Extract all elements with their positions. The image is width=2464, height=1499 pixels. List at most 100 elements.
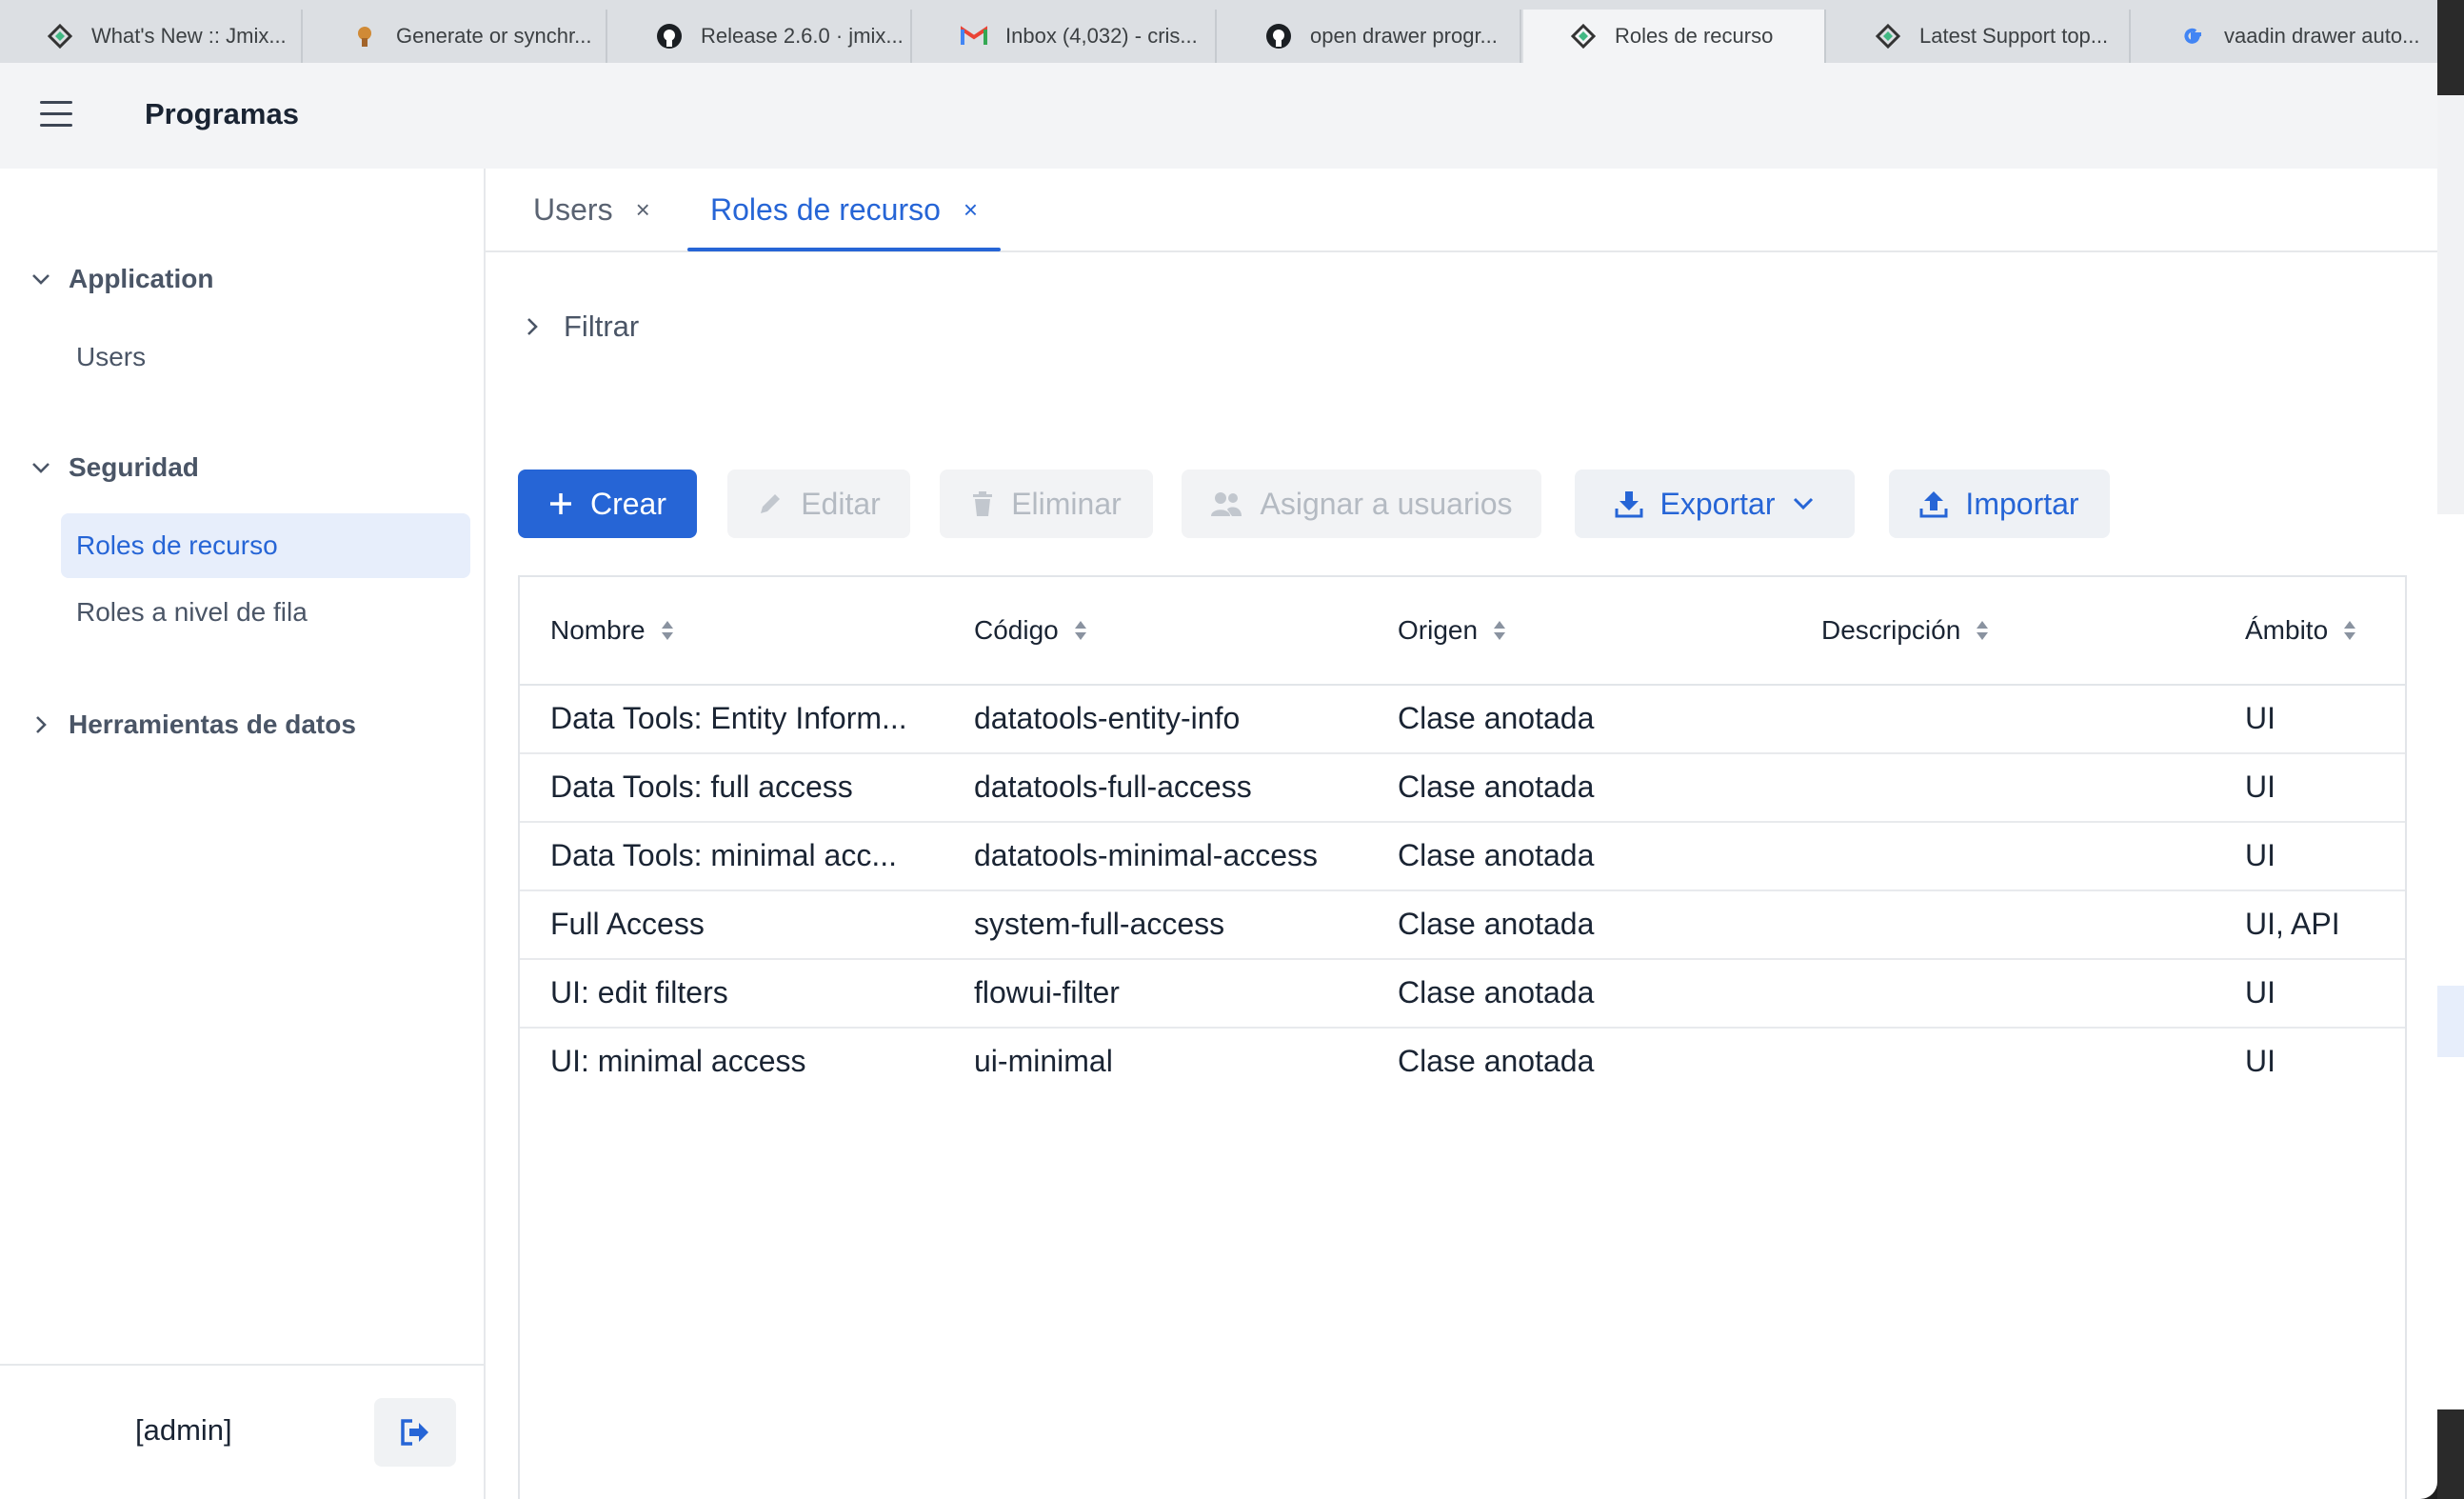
browser-tab[interactable]: Latest Support top... [1828,10,2131,63]
edit-button[interactable]: Editar [727,470,910,538]
cell-ambito: UI, API [2245,906,2340,941]
import-button[interactable]: Importar [1889,470,2110,538]
table-row[interactable]: Data Tools: minimal acc... datatools-min… [520,821,2405,891]
logout-button[interactable] [374,1398,456,1467]
user-indicator: [admin] [135,1413,232,1447]
browser-tab[interactable]: vaadin drawer auto... [2133,10,2435,63]
cell-origen: Clase anotada [1398,700,1595,735]
table-row[interactable]: UI: minimal access ui-minimal Clase anot… [520,1027,2405,1095]
cell-ambito: UI [2245,837,2275,872]
cell-nombre: Full Access [550,906,705,941]
github-icon [1264,22,1293,50]
cell-descripcion [1821,821,2221,889]
table-row[interactable]: Full Access system-full-access Clase ano… [520,889,2405,960]
chevron-right-icon [36,716,47,733]
sort-icon[interactable] [1074,619,1087,642]
cell-origen: Clase anotada [1398,837,1595,872]
github-icon [655,22,684,50]
sort-icon[interactable] [1976,619,1989,642]
logout-icon [401,1419,428,1446]
column-header-origen[interactable]: Origen [1398,577,1506,684]
background-window-panel [2437,95,2464,514]
nav-group-herramientas-de-datos[interactable]: Herramientas de datos [30,710,356,740]
cell-nombre: Data Tools: full access [550,769,853,804]
menu-icon[interactable] [40,101,72,130]
column-header-codigo[interactable]: Código [974,577,1087,684]
column-header-descripcion[interactable]: Descripción [1821,577,1989,684]
sort-icon[interactable] [1493,619,1506,642]
nav-group-application[interactable]: Application [30,264,213,294]
tool-icon [350,22,379,50]
cell-codigo: datatools-minimal-access [974,837,1319,872]
cell-codigo: flowui-filter [974,974,1120,1009]
filter-toggle[interactable]: Filtrar [522,310,639,344]
jmix-icon [46,22,74,50]
cell-descripcion [1821,684,2221,752]
cell-ambito: UI [2245,974,2275,1009]
cell-descripcion [1821,752,2221,821]
app-title: Programas [145,97,299,130]
download-icon [1615,490,1643,518]
browser-tab[interactable]: What's New :: Jmix... [0,10,303,63]
cell-nombre: UI: minimal access [550,1043,806,1078]
nav-group-seguridad[interactable]: Seguridad [30,452,199,483]
app-header: Programas [0,63,2437,169]
cell-ambito: UI [2245,769,2275,804]
grid-header: Nombre Código Origen Descripción Ámbito [520,577,2405,686]
tab-roles-de-recurso[interactable]: Roles de recurso × [686,169,1002,251]
jmix-icon [1569,22,1598,50]
sort-icon[interactable] [2343,619,2356,642]
browser-tab[interactable]: Inbox (4,032) - cris... [914,10,1217,63]
assign-users-button[interactable]: Asignar a usuarios [1182,470,1541,538]
drawer-footer: [admin] [0,1364,484,1499]
browser-tab[interactable]: Release 2.6.0 · jmix... [609,10,912,63]
cell-ambito: UI [2245,700,2275,735]
close-icon[interactable]: × [964,195,978,225]
cell-codigo: ui-minimal [974,1043,1113,1078]
nav-item-users[interactable]: Users [61,325,470,390]
delete-button[interactable]: Eliminar [940,470,1153,538]
background-window-highlight [2437,986,2464,1057]
jmix-icon [1874,22,1902,50]
chevron-right-icon [527,318,538,335]
chevron-down-icon [32,463,50,473]
cell-origen: Clase anotada [1398,769,1595,804]
export-button[interactable]: Exportar [1575,470,1855,538]
pencil-icon [757,490,784,517]
table-row[interactable]: Data Tools: full access datatools-full-a… [520,752,2405,823]
view-tabs: Users × Roles de recurso × [486,169,2437,252]
sort-icon[interactable] [661,619,674,642]
app-window: Programas Application Users Seguridad Ro… [0,63,2437,1499]
cell-ambito: UI [2245,1043,2275,1078]
column-header-nombre[interactable]: Nombre [550,577,674,684]
tab-users[interactable]: Users × [533,169,650,250]
create-button[interactable]: Crear [518,470,697,538]
table-row[interactable]: UI: edit filters flowui-filter Clase ano… [520,958,2405,1029]
background-window-edge [2437,0,2464,1499]
close-icon[interactable]: × [636,195,650,225]
browser-tab-strip: What's New :: Jmix... Generate or synchr… [0,0,2437,64]
table-row[interactable]: Data Tools: Entity Inform... datatools-e… [520,684,2405,754]
browser-tab-active[interactable]: Roles de recurso [1523,10,1826,63]
trash-icon [971,490,994,517]
navigation-drawer: Application Users Seguridad Roles de rec… [0,169,486,1499]
cell-origen: Clase anotada [1398,906,1595,941]
upload-icon [1919,490,1948,518]
browser-tab[interactable]: open drawer progr... [1219,10,1521,63]
cell-origen: Clase anotada [1398,974,1595,1009]
roles-grid: Nombre Código Origen Descripción Ámbito [518,575,2407,1499]
cell-descripcion [1821,1027,2221,1095]
chevron-down-icon [1792,496,1815,511]
cell-codigo: system-full-access [974,906,1225,941]
nav-item-roles-de-recurso[interactable]: Roles de recurso [61,513,470,578]
browser-tab[interactable]: Generate or synchr... [305,10,607,63]
gmail-icon [960,22,988,50]
chevron-down-icon [32,274,50,285]
nav-item-roles-a-nivel-de-fila[interactable]: Roles a nivel de fila [61,580,470,645]
column-header-ambito[interactable]: Ámbito [2245,577,2356,684]
cell-codigo: datatools-entity-info [974,700,1241,735]
plus-icon [548,491,573,516]
main-content: Users × Roles de recurso × Filtrar Crear… [486,169,2437,1499]
users-icon [1210,490,1242,517]
cell-codigo: datatools-full-access [974,769,1252,804]
